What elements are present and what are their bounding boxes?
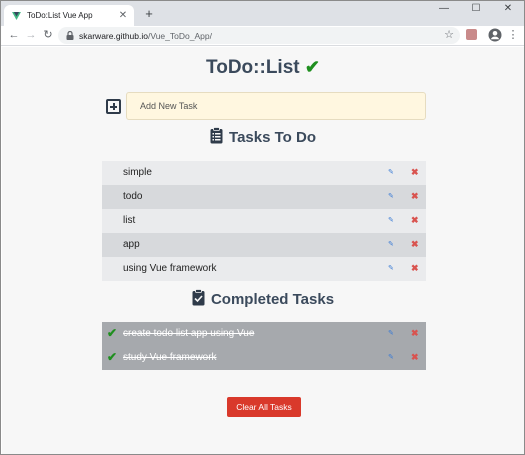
todo-item-text: list bbox=[123, 215, 136, 226]
app-title: ToDo::List ✔ bbox=[2, 57, 524, 79]
tab-title: ToDo:List Vue App bbox=[27, 11, 93, 20]
todo-item[interactable]: todo ✎ ✖ bbox=[102, 185, 426, 209]
address-bar[interactable]: skarware.github.io/Vue_ToDo_App/ ☆ bbox=[58, 27, 460, 44]
forward-icon[interactable]: → bbox=[24, 28, 38, 42]
checkmark-icon: ✔ bbox=[304, 57, 320, 77]
url-host: skarware.github.io bbox=[79, 30, 148, 41]
completed-list: ✔ create todo list app using Vue ✎ ✖ ✔ s… bbox=[102, 322, 426, 370]
delete-icon[interactable]: ✖ bbox=[411, 167, 419, 177]
edit-icon[interactable]: ✎ bbox=[388, 216, 394, 225]
delete-icon[interactable]: ✖ bbox=[411, 352, 419, 363]
checkmark-icon[interactable]: ✔ bbox=[107, 350, 117, 364]
new-tab-button[interactable]: + bbox=[142, 7, 156, 21]
browser-window: ToDo:List Vue App ✕ + — ☐ ✕ ← → ↻ skarwa… bbox=[0, 0, 525, 455]
app-page: ToDo::List ✔ Tasks To Do simple ✎ ✖ bbox=[2, 47, 524, 454]
todo-item-text: simple bbox=[123, 167, 152, 178]
extension-icon[interactable] bbox=[466, 29, 477, 40]
edit-icon[interactable]: ✎ bbox=[388, 353, 394, 361]
browser-toolbar: ← → ↻ skarware.github.io/Vue_ToDo_App/ ☆… bbox=[1, 26, 524, 46]
tab-strip: ToDo:List Vue App ✕ + — ☐ ✕ bbox=[1, 1, 524, 26]
todo-item-text: using Vue framework bbox=[123, 263, 217, 274]
todo-item[interactable]: app ✎ ✖ bbox=[102, 233, 426, 257]
edit-icon[interactable]: ✎ bbox=[388, 329, 394, 337]
clear-all-tasks-button[interactable]: Clear All Tasks bbox=[227, 397, 301, 417]
star-icon[interactable]: ☆ bbox=[444, 28, 454, 41]
edit-icon[interactable]: ✎ bbox=[388, 264, 394, 273]
todo-item-text: app bbox=[123, 239, 140, 250]
clipboard-list-icon bbox=[210, 127, 223, 144]
completed-item-text: study Vue framework bbox=[123, 352, 217, 363]
add-task-input[interactable] bbox=[126, 92, 426, 120]
checkmark-icon[interactable]: ✔ bbox=[107, 326, 117, 340]
delete-icon[interactable]: ✖ bbox=[411, 263, 419, 273]
completed-item-text: create todo list app using Vue bbox=[123, 328, 255, 339]
todo-heading: Tasks To Do bbox=[2, 127, 524, 146]
delete-icon[interactable]: ✖ bbox=[411, 239, 419, 249]
url-path: /Vue_ToDo_App/ bbox=[147, 30, 212, 41]
edit-icon[interactable]: ✎ bbox=[388, 240, 394, 249]
lock-icon bbox=[66, 31, 74, 40]
edit-icon[interactable]: ✎ bbox=[388, 192, 394, 201]
completed-item[interactable]: ✔ study Vue framework ✎ ✖ bbox=[102, 346, 426, 370]
edit-icon[interactable]: ✎ bbox=[388, 168, 394, 177]
todo-item[interactable]: using Vue framework ✎ ✖ bbox=[102, 257, 426, 281]
close-icon[interactable]: ✕ bbox=[116, 10, 130, 21]
add-task-row bbox=[106, 92, 426, 120]
profile-icon[interactable] bbox=[488, 28, 502, 42]
completed-heading: Completed Tasks bbox=[2, 289, 524, 308]
vue-favicon bbox=[12, 11, 21, 20]
todo-item-text: todo bbox=[123, 191, 143, 202]
plus-square-icon[interactable] bbox=[106, 99, 121, 114]
delete-icon[interactable]: ✖ bbox=[411, 328, 419, 339]
clipboard-check-icon bbox=[192, 289, 205, 306]
delete-icon[interactable]: ✖ bbox=[411, 215, 419, 225]
todo-list: simple ✎ ✖ todo ✎ ✖ list ✎ ✖ app ✎ ✖ usi… bbox=[102, 161, 426, 281]
menu-icon[interactable]: ⋮ bbox=[506, 28, 520, 42]
delete-icon[interactable]: ✖ bbox=[411, 191, 419, 201]
completed-item[interactable]: ✔ create todo list app using Vue ✎ ✖ bbox=[102, 322, 426, 346]
completed-heading-text: Completed Tasks bbox=[210, 291, 335, 308]
maximize-icon[interactable]: ☐ bbox=[461, 1, 491, 19]
app-title-text: ToDo::List bbox=[206, 57, 300, 78]
browser-tab[interactable]: ToDo:List Vue App ✕ bbox=[4, 5, 134, 26]
back-icon[interactable]: ← bbox=[7, 28, 21, 42]
todo-heading-text: Tasks To Do bbox=[229, 129, 316, 146]
minimize-icon[interactable]: — bbox=[429, 1, 459, 19]
reload-icon[interactable]: ↻ bbox=[41, 28, 55, 42]
window-close-icon[interactable]: ✕ bbox=[493, 1, 523, 19]
todo-item[interactable]: list ✎ ✖ bbox=[102, 209, 426, 233]
todo-item[interactable]: simple ✎ ✖ bbox=[102, 161, 426, 185]
